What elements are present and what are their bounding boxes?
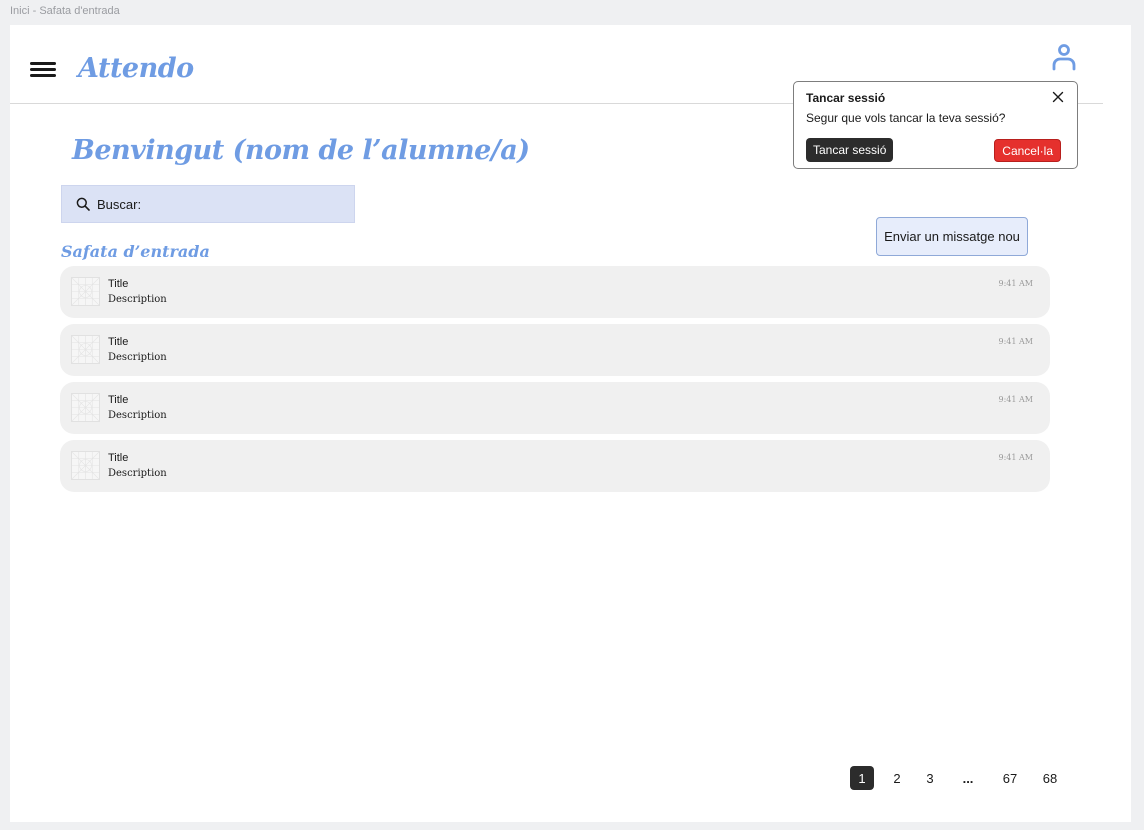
pagination: 1 2 3 ... 67 68 [850,766,1062,790]
hamburger-icon[interactable] [30,62,56,78]
page-button-1[interactable]: 1 [850,766,874,790]
popup-message: Segur que vols tancar la teva sessió? [806,111,1006,125]
popup-title: Tancar sessió [806,91,886,105]
logout-popup: Tancar sessió Segur que vols tancar la t… [793,81,1078,169]
user-icon[interactable] [1052,43,1076,71]
image-placeholder-icon [71,335,100,364]
item-description: Description [108,352,167,363]
image-placeholder-icon [71,277,100,306]
page-button-68[interactable]: 68 [1038,766,1062,790]
inbox-title: Safata d’entrada [61,242,210,261]
item-title: Title [108,394,129,406]
close-icon[interactable] [1051,90,1065,104]
search-label: Buscar: [97,196,142,212]
item-time: 9:41 AM [998,453,1033,462]
page-button-67[interactable]: 67 [998,766,1022,790]
item-title: Title [108,278,129,290]
list-item[interactable]: Title Description 9:41 AM [60,324,1050,376]
item-time: 9:41 AM [998,279,1033,288]
image-placeholder-icon [71,393,100,422]
frame-caption: Inici - Safata d'entrada [10,5,120,17]
list-item[interactable]: Title Description 9:41 AM [60,266,1050,318]
list-item[interactable]: Title Description 9:41 AM [60,440,1050,492]
item-title: Title [108,336,129,348]
app-logo: Attendo [78,53,194,84]
cancel-button[interactable]: Cancel·la [994,139,1061,162]
welcome-heading: Benvingut (nom de l’alumne/a) [72,135,530,166]
search-icon [76,197,90,211]
item-time: 9:41 AM [998,337,1033,346]
page-button-2[interactable]: 2 [885,766,909,790]
app-window: Attendo Benvingut (nom de l’alumne/a) Bu… [10,25,1131,822]
item-time: 9:41 AM [998,395,1033,404]
item-title: Title [108,452,129,464]
image-placeholder-icon [71,451,100,480]
item-description: Description [108,294,167,305]
page-button-3[interactable]: 3 [918,766,942,790]
list-item[interactable]: Title Description 9:41 AM [60,382,1050,434]
inbox-list: Title Description 9:41 AM Title Descript… [60,266,1050,498]
new-message-button[interactable]: Enviar un missatge nou [876,217,1028,256]
item-description: Description [108,468,167,479]
logout-confirm-button[interactable]: Tancar sessió [806,138,894,162]
page-ellipsis: ... [962,770,974,786]
search-input[interactable]: Buscar: [61,185,355,223]
item-description: Description [108,410,167,421]
